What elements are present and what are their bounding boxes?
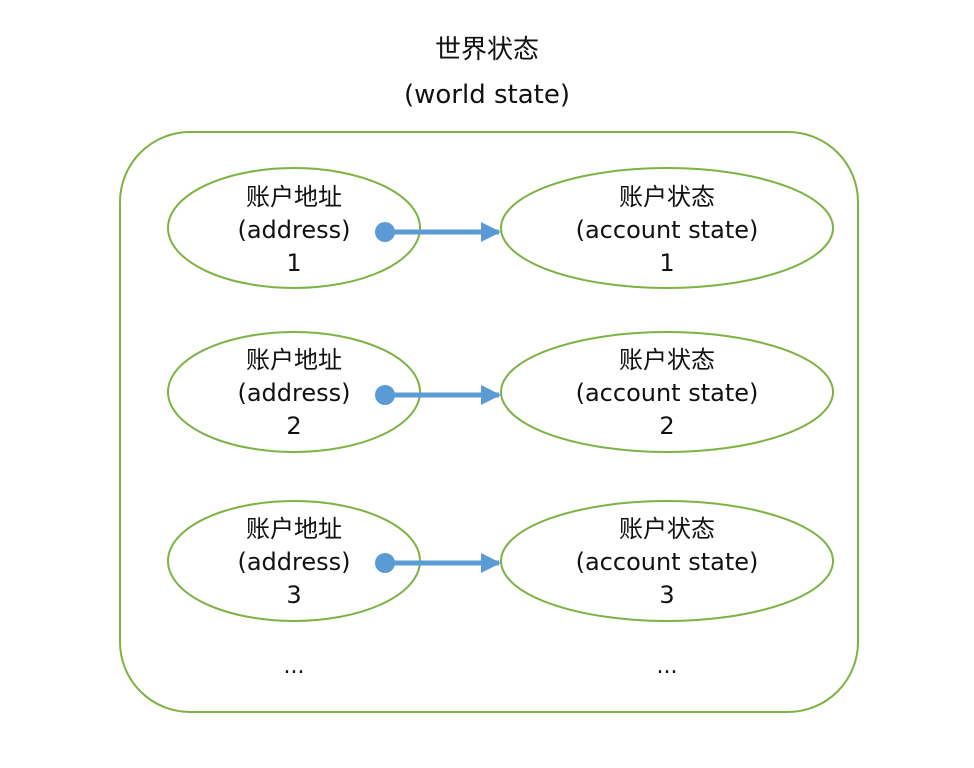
state-node-3	[500, 500, 834, 622]
state-continuation-ellipsis: ...	[656, 654, 678, 679]
arrow-head-3	[481, 553, 501, 573]
diagram-subtitle: (world state)	[403, 80, 570, 110]
arrow-head-2	[481, 385, 501, 405]
diagram-title: 世界状态	[434, 35, 539, 65]
world-state-container	[119, 131, 859, 713]
address-continuation-ellipsis: ...	[283, 654, 305, 679]
world-state-diagram: 世界状态 (world state) 账户地址 (address) 1 账户状态…	[0, 0, 974, 768]
state-node-1	[500, 167, 834, 289]
arrow-head-1	[481, 222, 501, 242]
diagram-canvas	[119, 131, 859, 713]
state-node-2	[500, 331, 834, 453]
